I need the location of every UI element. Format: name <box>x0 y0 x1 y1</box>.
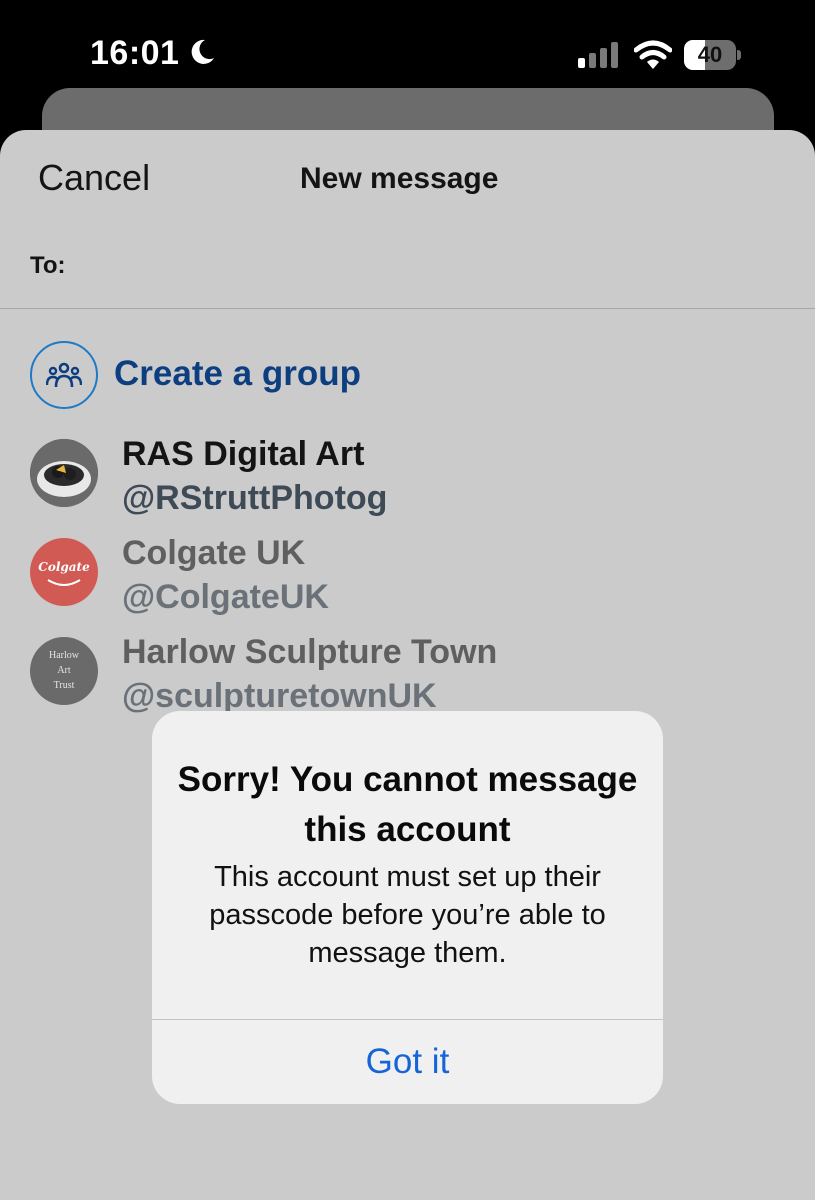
battery-tip <box>737 50 741 60</box>
avatar: Harlow Art Trust <box>30 637 98 705</box>
contact-handle: @ColgateUK <box>122 578 329 616</box>
to-field-label[interactable]: To: <box>30 252 66 280</box>
harlow-logo: Harlow Art Trust <box>49 650 79 691</box>
people-group-icon <box>30 341 98 409</box>
wifi-icon <box>634 40 672 69</box>
contact-row[interactable]: Colgate Colgate UK @ColgateUK <box>30 534 630 616</box>
alert-title: Sorry! You cannot message this account <box>177 760 638 849</box>
divider <box>0 308 815 309</box>
contact-name: Harlow Sculpture Town <box>122 633 498 671</box>
status-time: 16:01 <box>90 34 180 72</box>
alert-dialog: Sorry! You cannot message this account T… <box>152 711 663 1104</box>
moon-icon <box>191 39 214 64</box>
got-it-button[interactable]: Got it <box>152 1020 663 1104</box>
cancel-button[interactable]: Cancel <box>38 157 150 199</box>
contact-handle: @RStruttPhotog <box>122 479 388 517</box>
alert-message: This account must set up their passcode … <box>209 861 606 969</box>
battery-body: 40 <box>684 40 736 70</box>
contact-row[interactable]: RAS Digital Art @RStruttPhotog <box>30 435 630 517</box>
create-group-row[interactable]: Create a group <box>30 341 530 409</box>
contact-name: Colgate UK <box>122 534 306 572</box>
battery-percentage: 40 <box>697 42 723 67</box>
contact-row[interactable]: Harlow Art Trust Harlow Sculpture Town @… <box>30 633 630 715</box>
avatar: Colgate <box>30 538 98 606</box>
sheet-title: New message <box>300 162 499 195</box>
cellular-signal-icon <box>578 42 618 68</box>
status-bar: 16:01 40 <box>0 0 815 100</box>
create-group-label: Create a group <box>114 354 361 393</box>
avatar <box>30 439 98 507</box>
contact-name: RAS Digital Art <box>122 435 365 473</box>
battery-icon: 40 <box>684 40 741 70</box>
